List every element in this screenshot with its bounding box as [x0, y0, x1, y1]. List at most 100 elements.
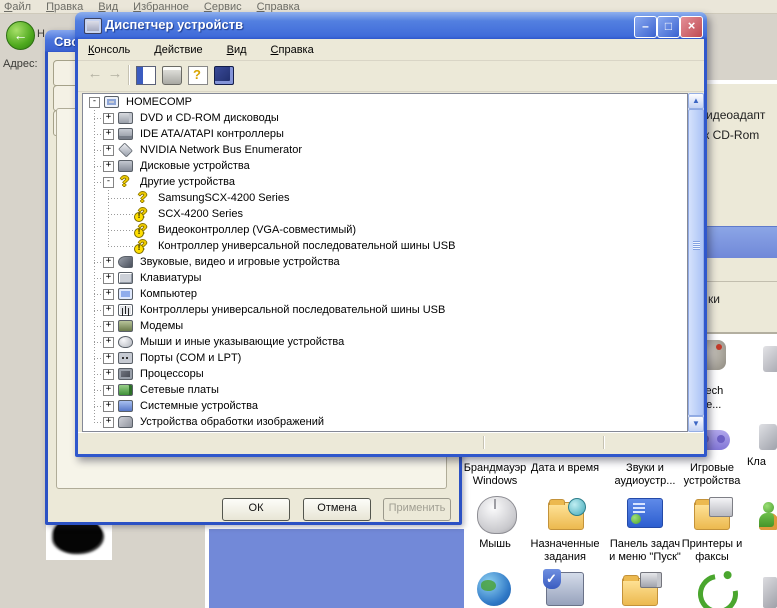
- tree-item[interactable]: + NVIDIA Network Bus Enumerator: [83, 142, 687, 158]
- explorer-menu-item-вид[interactable]: Вид: [98, 1, 118, 13]
- cp-item-label[interactable]: Принтеры и факсы: [669, 538, 755, 564]
- tree-item-label[interactable]: Устройства обработки изображений: [138, 416, 326, 428]
- cancel-button[interactable]: Отмена: [303, 498, 371, 521]
- mouse-device-icon[interactable]: [477, 496, 517, 534]
- explorer-menu-item-справка[interactable]: Справка: [257, 1, 300, 13]
- tree-item[interactable]: - Другие устройства: [83, 174, 687, 190]
- dm-menu-item-действие[interactable]: Действие: [154, 44, 202, 56]
- tree-item-label[interactable]: Видеоконтроллер (VGA-совместимый): [156, 224, 358, 236]
- network-globe-icon[interactable]: [477, 572, 511, 606]
- tree-item[interactable]: SCX-4200 Series: [83, 206, 687, 222]
- tree-item-label[interactable]: Сетевые платы: [138, 384, 221, 396]
- tree-item-label[interactable]: SCX-4200 Series: [156, 208, 245, 220]
- collapse-toggle[interactable]: -: [89, 97, 100, 108]
- tree-item[interactable]: + Устройства обработки изображений: [83, 414, 687, 430]
- tree-item[interactable]: + Мыши и иные указывающие устройства: [83, 334, 687, 350]
- back-button[interactable]: ←: [6, 21, 35, 50]
- tree-item-label[interactable]: Порты (COM и LPT): [138, 352, 243, 364]
- expand-toggle[interactable]: +: [103, 385, 114, 396]
- tree-item[interactable]: - HOMECOMP: [83, 94, 687, 110]
- clipped-d5-icon[interactable]: [763, 577, 777, 608]
- explorer-menu-item-сервис[interactable]: Сервис: [204, 1, 242, 13]
- tree-item[interactable]: + Порты (COM и LPT): [83, 350, 687, 366]
- expand-toggle[interactable]: +: [103, 289, 114, 300]
- scanners-cameras-icon[interactable]: [622, 578, 658, 606]
- tree-item[interactable]: + Компьютер: [83, 286, 687, 302]
- explorer-menu-item-файл[interactable]: Файл: [4, 1, 31, 13]
- minimize-button[interactable]: –: [634, 16, 657, 38]
- user-accounts-icon[interactable]: [758, 502, 777, 532]
- keyboard-device-icon[interactable]: [759, 424, 777, 450]
- tree-item-label[interactable]: Другие устройства: [138, 176, 237, 188]
- expand-toggle[interactable]: +: [103, 257, 114, 268]
- tree-item[interactable]: + Дисковые устройства: [83, 158, 687, 174]
- help-icon[interactable]: [188, 66, 208, 85]
- ok-button[interactable]: ОК: [222, 498, 290, 521]
- tree-item[interactable]: Контроллер универсальной последовательно…: [83, 238, 687, 254]
- print-icon[interactable]: [162, 66, 182, 85]
- scheduled-tasks-icon[interactable]: [548, 502, 584, 530]
- dm-menu-item-консоль[interactable]: Консоль: [88, 44, 130, 56]
- system-check-icon[interactable]: [546, 572, 584, 606]
- show-console-tree-icon[interactable]: [136, 66, 156, 85]
- scroll-down-icon[interactable]: ▼: [688, 416, 704, 432]
- tree-item[interactable]: Видеоконтроллер (VGA-совместимый): [83, 222, 687, 238]
- clipped-a5-icon[interactable]: [763, 346, 777, 372]
- tree-item-label[interactable]: HOMECOMP: [124, 96, 194, 108]
- tree-item-label[interactable]: Мыши и иные указывающие устройства: [138, 336, 346, 348]
- collapse-toggle[interactable]: -: [103, 177, 114, 188]
- tree-item[interactable]: + Сетевые платы: [83, 382, 687, 398]
- expand-toggle[interactable]: +: [103, 353, 114, 364]
- expand-toggle[interactable]: +: [103, 369, 114, 380]
- device-tree[interactable]: - HOMECOMP + DVD и CD-ROM дисководы + IDE ATA…: [82, 93, 688, 432]
- tree-item[interactable]: + Звуковые, видео и игровые устройства: [83, 254, 687, 270]
- tree-item[interactable]: + Модемы: [83, 318, 687, 334]
- tree-item-label[interactable]: DVD и CD-ROM дисководы: [138, 112, 281, 124]
- scroll-up-icon[interactable]: ▲: [688, 93, 704, 109]
- expand-toggle[interactable]: +: [103, 305, 114, 316]
- expand-toggle[interactable]: +: [103, 161, 114, 172]
- tree-item-label[interactable]: Контроллеры универсальной последовательн…: [138, 304, 447, 316]
- tree-item[interactable]: + Процессоры: [83, 366, 687, 382]
- tree-item[interactable]: + Системные устройства: [83, 398, 687, 414]
- tree-item[interactable]: + Контроллеры универсальной последователь…: [83, 302, 687, 318]
- explorer-menu-item-избранное[interactable]: Избранное: [133, 1, 189, 13]
- expand-toggle[interactable]: +: [103, 417, 114, 428]
- cp-item-label[interactable]: Назначенные задания: [522, 538, 608, 564]
- expand-toggle[interactable]: +: [103, 401, 114, 412]
- close-button[interactable]: ×: [680, 16, 703, 38]
- tree-item-label[interactable]: Процессоры: [138, 368, 206, 380]
- printers-faxes-icon[interactable]: [694, 502, 730, 530]
- expand-toggle[interactable]: +: [103, 273, 114, 284]
- taskbar-startmenu-icon[interactable]: [627, 498, 663, 528]
- properties-icon[interactable]: [214, 66, 234, 85]
- cp-item-label[interactable]: Кла: [747, 456, 766, 469]
- tree-item-label[interactable]: Системные устройства: [138, 400, 260, 412]
- scrollbar-thumb[interactable]: [688, 109, 704, 416]
- tree-item-label[interactable]: Модемы: [138, 320, 185, 332]
- forward-icon[interactable]: →: [106, 66, 124, 83]
- tree-item-label[interactable]: Контроллер универсальной последовательно…: [156, 240, 457, 252]
- maximize-button[interactable]: □: [657, 16, 680, 38]
- dm-menu-item-справка[interactable]: Справка: [271, 44, 314, 56]
- tree-item[interactable]: + Клавиатуры: [83, 270, 687, 286]
- tree-item[interactable]: + DVD и CD-ROM дисководы: [83, 110, 687, 126]
- tree-item-label[interactable]: Звуковые, видео и игровые устройства: [138, 256, 342, 268]
- tree-item-label[interactable]: Клавиатуры: [138, 272, 203, 284]
- tree-scrollbar[interactable]: ▲ ▼: [688, 93, 704, 432]
- back-icon[interactable]: ←: [86, 66, 104, 83]
- cp-item-label[interactable]: Игровые устройства: [669, 462, 755, 488]
- tree-item[interactable]: SamsungSCX-4200 Series: [83, 190, 687, 206]
- expand-toggle[interactable]: +: [103, 129, 114, 140]
- expand-toggle[interactable]: +: [103, 145, 114, 156]
- tree-item-label[interactable]: Компьютер: [138, 288, 199, 300]
- tree-item-label[interactable]: Дисковые устройства: [138, 160, 252, 172]
- tree-item-label[interactable]: NVIDIA Network Bus Enumerator: [138, 144, 304, 156]
- cp-item-label[interactable]: Дата и время: [522, 462, 608, 475]
- tree-item-label[interactable]: IDE ATA/ATAPI контроллеры: [138, 128, 286, 140]
- tree-item-label[interactable]: SamsungSCX-4200 Series: [156, 192, 291, 204]
- expand-toggle[interactable]: +: [103, 337, 114, 348]
- expand-toggle[interactable]: +: [103, 321, 114, 332]
- expand-toggle[interactable]: +: [103, 113, 114, 124]
- explorer-menu-item-правка[interactable]: Правка: [46, 1, 83, 13]
